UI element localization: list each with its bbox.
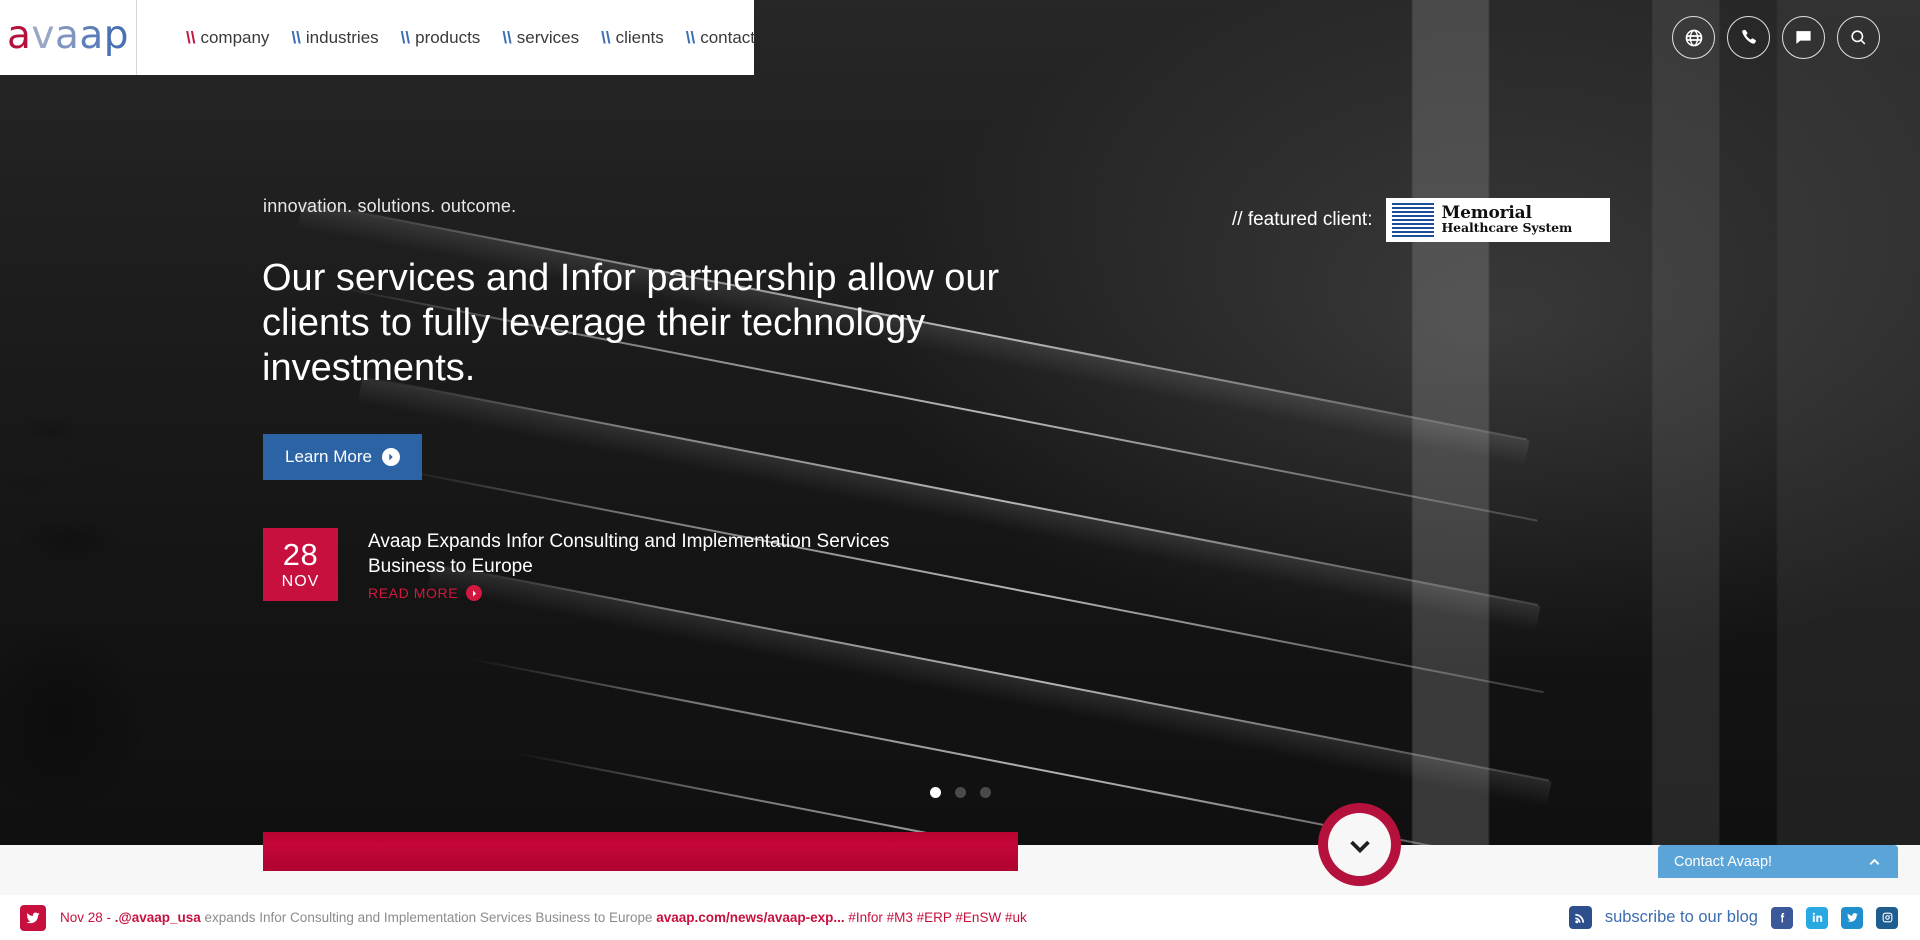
carousel-dot-3[interactable]: [979, 787, 991, 798]
chevron-up-icon: [1869, 858, 1880, 865]
nav-label: industries: [305, 27, 379, 47]
logo-letter-a3: a: [79, 13, 104, 58]
chat-icon[interactable]: [1782, 16, 1825, 59]
hero-headline: Our services and Infor partnership allow…: [262, 257, 1000, 389]
accent-band: [263, 845, 1018, 871]
client-logo-line2: Healthcare System: [1441, 220, 1573, 236]
globe-icon[interactable]: [1672, 16, 1715, 59]
news-date-day: 28: [282, 537, 319, 572]
featured-client: // featured client: Memorial Healthcare …: [1232, 198, 1611, 242]
hero-eyebrow: innovation. solutions. outcome.: [263, 196, 517, 216]
twitter-icon: [20, 904, 46, 931]
learn-more-button[interactable]: Learn More: [263, 434, 422, 480]
logo-wordmark: avaap: [7, 16, 129, 59]
client-logo-text: Memorial Healthcare System: [1441, 204, 1573, 236]
nav-label: services: [516, 27, 580, 47]
logo-letter-a2: a: [54, 13, 80, 58]
news-title: Avaap Expands Infor Consulting and Imple…: [368, 531, 890, 577]
header-utility-icons: [1672, 16, 1880, 59]
logo-letter-v: v: [31, 13, 55, 58]
contact-widget-label: Contact Avaap!: [1674, 853, 1773, 870]
main-navigation: \\ company \\ industries \\ products \\ …: [136, 0, 755, 75]
nav-item-services[interactable]: \\ services: [502, 28, 579, 48]
nav-item-products[interactable]: \\ products: [401, 28, 481, 48]
read-more-link[interactable]: READ MORE: [368, 585, 483, 602]
search-icon[interactable]: [1837, 16, 1880, 59]
tweet-handle[interactable]: .@avaap_usa: [115, 910, 201, 925]
logo-letter-p: p: [103, 13, 130, 58]
subscribe-link[interactable]: subscribe to our blog: [1605, 908, 1758, 927]
accent-band-top: [263, 832, 1018, 845]
tweet-hashtags[interactable]: #Infor #M3 #ERP #EnSW #uk: [845, 910, 1026, 925]
chevron-down-icon: [1349, 840, 1370, 853]
nav-label: products: [415, 27, 481, 47]
twitter-icon[interactable]: [1841, 906, 1863, 929]
phone-icon[interactable]: [1727, 16, 1770, 59]
scroll-down-inner: [1328, 813, 1391, 876]
striped-m-mark-icon: [1392, 203, 1435, 237]
nav-slash-icon: \\: [186, 27, 196, 47]
hero-news-teaser[interactable]: 28 NOV Avaap Expands Infor Consulting an…: [263, 528, 968, 603]
tweet-body: expands Infor Consulting and Implementat…: [200, 910, 657, 925]
tweet-text: Nov 28 - .@avaap_usa expands Infor Consu…: [60, 910, 1027, 925]
nav-slash-icon: \\: [502, 27, 512, 47]
nav-item-clients[interactable]: \\ clients: [601, 28, 664, 48]
nav-item-company[interactable]: \\ company: [186, 28, 269, 48]
carousel-dot-1[interactable]: [929, 787, 941, 798]
facebook-icon[interactable]: [1771, 906, 1793, 929]
news-body: Avaap Expands Infor Consulting and Imple…: [368, 528, 968, 603]
news-date-month: NOV: [281, 573, 320, 590]
nav-slash-icon: \\: [685, 27, 696, 47]
arrow-right-icon: [466, 585, 483, 602]
featured-client-label: // featured client:: [1232, 209, 1373, 230]
nav-label: clients: [615, 27, 664, 47]
carousel-dot-2[interactable]: [954, 787, 966, 798]
scroll-down-button[interactable]: [1318, 803, 1401, 886]
footer-subscribe-social: subscribe to our blog: [1568, 895, 1898, 940]
nav-item-industries[interactable]: \\ industries: [291, 28, 378, 48]
arrow-right-icon: [381, 448, 400, 466]
nav-item-contact[interactable]: \\ contact: [686, 28, 755, 48]
learn-more-label: Learn More: [285, 447, 372, 466]
client-logo[interactable]: Memorial Healthcare System: [1386, 198, 1611, 242]
logo[interactable]: avaap: [0, 0, 136, 75]
site-header: avaap \\ company \\ industries \\ produc…: [0, 0, 1920, 75]
nav-slash-icon: \\: [400, 27, 411, 47]
instagram-icon[interactable]: [1876, 906, 1898, 929]
nav-label: company: [200, 27, 270, 47]
carousel-dots: [0, 787, 1920, 798]
nav-slash-icon: \\: [291, 27, 301, 47]
hero-content: innovation. solutions. outcome. Our serv…: [0, 0, 1920, 845]
twitter-feed-item[interactable]: Nov 28 - .@avaap_usa expands Infor Consu…: [0, 904, 1027, 931]
contact-widget[interactable]: Contact Avaap!: [1658, 845, 1898, 878]
page-root: avaap \\ company \\ industries \\ produc…: [0, 0, 1920, 940]
tweet-date: Nov 28 -: [60, 910, 115, 925]
read-more-label: READ MORE: [368, 585, 459, 602]
nav-slash-icon: \\: [601, 27, 611, 47]
logo-letter-a1: a: [6, 13, 32, 58]
tweet-link[interactable]: avaap.com/news/avaap-exp...: [656, 910, 844, 925]
nav-label: contact: [700, 27, 756, 47]
linkedin-icon[interactable]: [1806, 906, 1828, 929]
news-date-badge: 28 NOV: [263, 528, 338, 601]
rss-icon[interactable]: [1568, 906, 1592, 929]
